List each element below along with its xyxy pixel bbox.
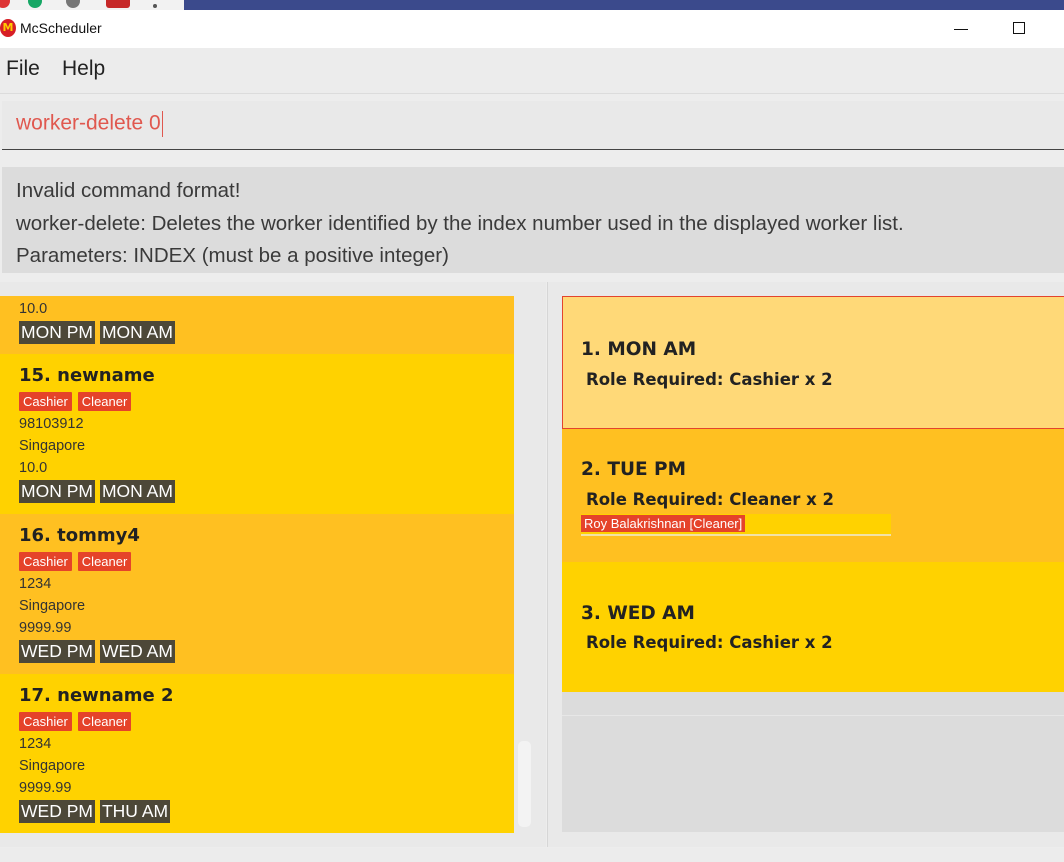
worker-name: 17. newname 2 — [19, 685, 174, 706]
shift-title: 1. MON AM — [581, 339, 697, 360]
kebab-menu-icon — [153, 4, 157, 8]
role-tag: Cleaner — [77, 712, 132, 731]
shift-title: 2. TUE PM — [581, 459, 687, 480]
worker-address: Singapore — [19, 598, 86, 614]
result-line: worker-delete: Deletes the worker identi… — [16, 211, 904, 235]
worker-pay: 9999.99 — [19, 780, 72, 796]
shift-tag: THU AM — [99, 800, 171, 823]
role-tag: Cleaner — [77, 392, 132, 411]
shift-list[interactable]: 1. MON AM Role Required: Cashier x 2 2. … — [562, 296, 1064, 832]
result-line: Invalid command format! — [16, 179, 241, 202]
shift-card[interactable]: 1. MON AM Role Required: Cashier x 2 — [562, 296, 1064, 429]
shift-role-requirement: Role Required: Cleaner x 2 — [586, 490, 834, 509]
shift-tag: WED PM — [19, 640, 95, 663]
worker-list-scrollbar[interactable] — [518, 741, 531, 827]
list-divider — [562, 715, 1064, 716]
shift-tag: MON AM — [99, 480, 175, 503]
worker-card[interactable]: 17. newname 2 Cashier Cleaner 1234 Singap… — [0, 674, 514, 833]
worker-shifts: MON PM MON AM — [19, 479, 514, 505]
worker-phone: 1234 — [19, 576, 52, 592]
role-tag: Cashier — [19, 392, 72, 411]
shift-card[interactable]: 2. TUE PM Role Required: Cleaner x 2 Roy… — [562, 429, 1064, 562]
worker-card[interactable]: 10.0 MON PM MON AM — [0, 296, 514, 354]
title-bar: M McScheduler — [0, 10, 1064, 48]
status-bar — [0, 848, 1064, 862]
worker-name: 15. newname — [19, 365, 155, 386]
worker-phone: 1234 — [19, 736, 52, 752]
worker-roles: Cashier Cleaner — [19, 391, 514, 413]
worker-pay: 10.0 — [19, 301, 48, 317]
shift-tag: MON PM — [19, 321, 95, 344]
worker-pay: 10.0 — [19, 460, 48, 476]
menu-file[interactable]: File — [6, 57, 40, 81]
command-text: worker-delete 0 — [16, 111, 161, 135]
shift-tag: WED PM — [19, 800, 95, 823]
assigned-workers: Roy Balakrishnan [Cleaner] — [581, 514, 891, 536]
minimize-icon[interactable] — [954, 18, 970, 40]
shift-list-panel: 1. MON AM Role Required: Cashier x 2 2. … — [547, 282, 1064, 847]
maximize-icon[interactable] — [1013, 22, 1025, 34]
extension-icon — [66, 0, 80, 8]
role-tag: Cleaner — [77, 552, 132, 571]
shift-role-requirement: Role Required: Cashier x 2 — [586, 370, 833, 389]
worker-shifts: WED PM WED AM — [19, 639, 514, 665]
app-logo-icon: M — [0, 19, 16, 37]
worker-address: Singapore — [19, 758, 86, 774]
worker-card[interactable]: 15. newname Cashier Cleaner 98103912 Sing… — [0, 354, 514, 514]
shift-tag: WED AM — [99, 640, 175, 663]
role-tag: Cashier — [19, 552, 72, 571]
result-line: Parameters: INDEX (must be a positive in… — [16, 244, 449, 267]
worker-phone: 98103912 — [19, 416, 84, 432]
worker-roles: Cashier Cleaner — [19, 711, 514, 733]
result-display: Invalid command format! worker-delete: D… — [2, 167, 1064, 273]
role-tag: Cashier — [19, 712, 72, 731]
assigned-worker-tag: Roy Balakrishnan [Cleaner] — [581, 515, 746, 532]
shift-role-requirement: Role Required: Cashier x 2 — [586, 633, 833, 652]
menu-bar: File Help — [0, 48, 1064, 94]
shift-tag: MON PM — [19, 480, 95, 503]
worker-card[interactable]: 16. tommy4 Cashier Cleaner 1234 Singapore… — [0, 514, 514, 674]
worker-address: Singapore — [19, 438, 86, 454]
command-input[interactable]: worker-delete 0 — [16, 111, 163, 137]
worker-list[interactable]: 10.0 MON PM MON AM 15. newname Cashier Cle… — [0, 296, 514, 833]
worker-name: 16. tommy4 — [19, 525, 140, 546]
worker-shifts: WED PM THU AM — [19, 799, 514, 825]
background-window — [184, 0, 1064, 10]
shift-tag: MON AM — [99, 321, 175, 344]
shift-card[interactable]: 3. WED AM Role Required: Cashier x 2 — [562, 562, 1064, 692]
browser-icon — [0, 0, 10, 8]
shift-title: 3. WED AM — [581, 603, 695, 624]
worker-shifts: MON PM MON AM — [19, 320, 514, 346]
extension-red-icon — [106, 0, 130, 8]
text-caret — [161, 111, 163, 137]
grammarly-icon — [28, 0, 42, 8]
worker-list-panel: 10.0 MON PM MON AM 15. newname Cashier Cle… — [0, 282, 546, 847]
background-browser-strip — [0, 0, 1064, 10]
worker-roles: Cashier Cleaner — [19, 551, 514, 573]
worker-pay: 9999.99 — [19, 620, 72, 636]
menu-help[interactable]: Help — [62, 57, 105, 81]
command-box[interactable]: worker-delete 0 — [2, 101, 1064, 150]
window-title: McScheduler — [20, 20, 102, 36]
